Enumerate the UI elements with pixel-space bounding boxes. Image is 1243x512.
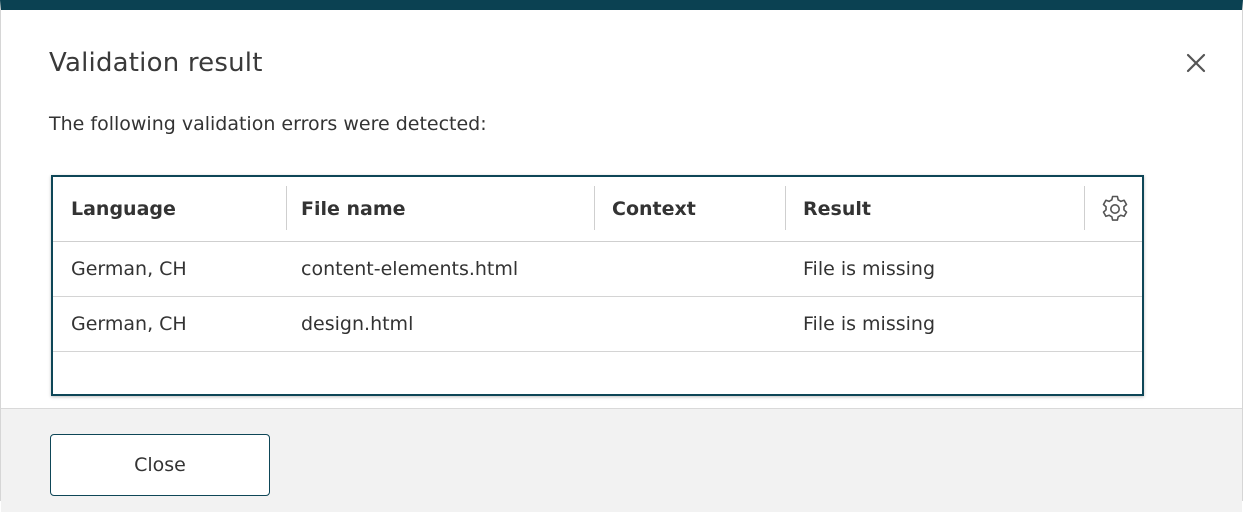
column-header-language[interactable]: Language bbox=[71, 177, 176, 241]
column-header-context[interactable]: Context bbox=[612, 177, 696, 241]
cell-language: German, CH bbox=[71, 258, 187, 280]
column-resize-handle[interactable] bbox=[594, 186, 595, 230]
column-header-file-name[interactable]: File name bbox=[301, 177, 406, 241]
table-row[interactable]: German, CH content-elements.html File is… bbox=[53, 242, 1142, 297]
table-header: Language File name Context Result bbox=[53, 177, 1142, 242]
validation-dialog: Validation result The following validati… bbox=[0, 0, 1243, 512]
cell-file-name: design.html bbox=[301, 313, 414, 335]
cell-file-name: content-elements.html bbox=[301, 258, 519, 280]
dialog-footer: Close bbox=[1, 408, 1242, 512]
column-resize-handle[interactable] bbox=[286, 186, 287, 230]
column-resize-handle[interactable] bbox=[1084, 186, 1085, 230]
close-button[interactable]: Close bbox=[50, 434, 270, 496]
dialog-title: Validation result bbox=[49, 48, 263, 78]
column-resize-handle[interactable] bbox=[785, 186, 786, 230]
column-header-result[interactable]: Result bbox=[803, 177, 871, 241]
cell-result: File is missing bbox=[803, 258, 936, 280]
validation-table: Language File name Context Result German… bbox=[51, 175, 1144, 396]
validation-message: The following validation errors were det… bbox=[49, 113, 487, 135]
close-icon[interactable] bbox=[1179, 46, 1213, 80]
gear-icon[interactable] bbox=[1099, 193, 1131, 225]
cell-result: File is missing bbox=[803, 313, 936, 335]
table-row[interactable]: German, CH design.html File is missing bbox=[53, 297, 1142, 352]
cell-language: German, CH bbox=[71, 313, 187, 335]
